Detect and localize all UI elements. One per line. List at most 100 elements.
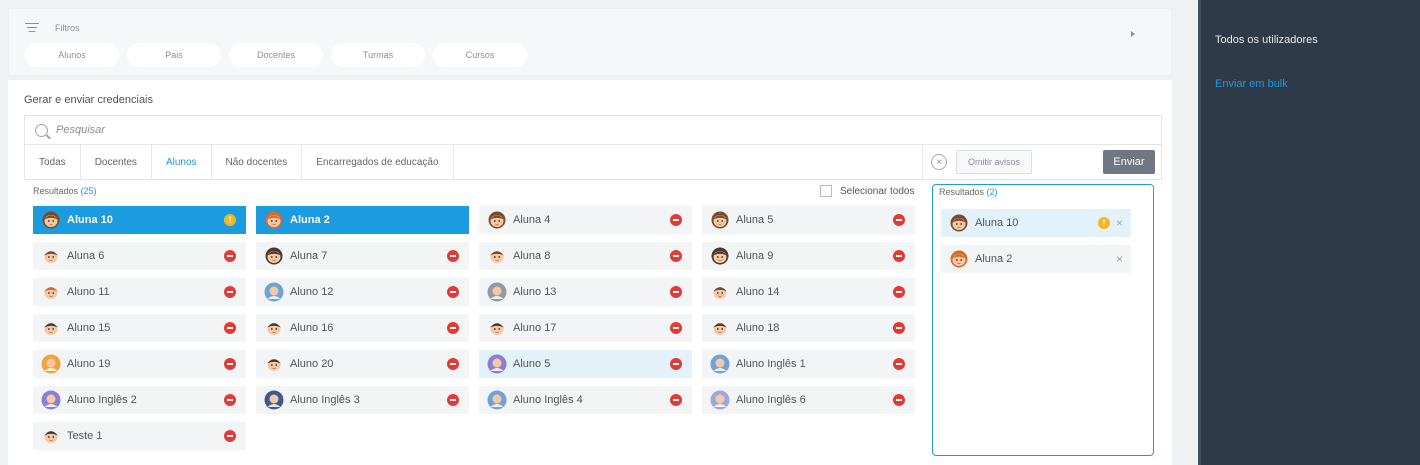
person-chip[interactable]: Aluno 14 [702, 278, 915, 306]
person-name: Aluno 15 [67, 322, 111, 334]
person-chip[interactable]: Aluno Inglês 6 [702, 386, 915, 414]
avatar [710, 354, 730, 374]
avatar [41, 354, 61, 374]
person-name: Aluno Inglês 3 [290, 394, 360, 406]
close-icon[interactable]: × [1116, 216, 1123, 230]
sidebar-item-bulk-send[interactable]: Enviar em bulk [1215, 78, 1288, 90]
avatar [264, 282, 284, 302]
remove-icon[interactable] [670, 322, 682, 334]
filter-pills: Alunos Pais Docentes Turmas Cursos [25, 43, 527, 67]
remove-icon[interactable] [893, 286, 905, 298]
person-chip[interactable]: Aluna 8 [479, 242, 692, 270]
remove-icon[interactable] [224, 286, 236, 298]
person-name: Teste 1 [67, 430, 103, 442]
avatar [487, 246, 507, 266]
selected-count: Resultados (2) [939, 187, 998, 197]
avatar [41, 210, 61, 230]
avatar [710, 210, 730, 230]
tab-alunos[interactable]: Alunos [152, 145, 212, 179]
filter-pill-alunos[interactable]: Alunos [25, 43, 119, 67]
remove-icon[interactable] [893, 250, 905, 262]
person-chip[interactable]: Aluno 11 [33, 278, 246, 306]
person-chip[interactable]: Aluna 4 [479, 206, 692, 234]
person-chip[interactable]: Aluno Inglês 2 [33, 386, 246, 414]
send-button[interactable]: Enviar [1103, 150, 1155, 174]
person-name: Aluno 18 [736, 322, 780, 334]
selected-person-chip: Aluna 10! × [941, 209, 1131, 237]
sidebar-item-all-users[interactable]: Todos os utilizadores [1215, 34, 1318, 46]
person-chip[interactable]: Aluna 10! [33, 206, 246, 234]
person-chip[interactable]: Aluna 7 [256, 242, 469, 270]
person-chip[interactable]: Aluno 19 [33, 350, 246, 378]
tabs-row: Todas Docentes Alunos Não docentes Encar… [24, 145, 1162, 180]
avatar [710, 282, 730, 302]
person-chip[interactable]: Aluno 17 [479, 314, 692, 342]
select-all-toggle[interactable]: Selecionar todos [820, 185, 915, 197]
remove-icon[interactable] [224, 394, 236, 406]
person-chip[interactable]: Aluno 18 [702, 314, 915, 342]
filter-pill-docentes[interactable]: Docentes [229, 43, 323, 67]
person-chip[interactable]: Aluna 6 [33, 242, 246, 270]
search-bar [24, 115, 1162, 145]
person-chip[interactable]: Aluno Inglês 1 [702, 350, 915, 378]
tab-docentes[interactable]: Docentes [81, 145, 152, 179]
person-name: Aluna 2 [290, 214, 330, 226]
avatar [41, 282, 61, 302]
remove-icon[interactable] [893, 214, 905, 226]
remove-icon[interactable] [447, 250, 459, 262]
selected-list: Aluna 10! × Aluna 2 × [941, 209, 1131, 273]
person-name: Aluno 12 [290, 286, 334, 298]
person-chip[interactable]: Aluno 12 [256, 278, 469, 306]
person-chip[interactable]: Aluno 13 [479, 278, 692, 306]
remove-icon[interactable] [670, 358, 682, 370]
close-icon[interactable]: × [1116, 252, 1123, 266]
tab-encarregados[interactable]: Encarregados de educação [302, 145, 454, 179]
selected-results-number: (2) [986, 187, 998, 197]
search-input[interactable] [56, 124, 956, 136]
select-all-checkbox[interactable] [820, 185, 832, 197]
person-chip[interactable]: Aluna 5 [702, 206, 915, 234]
person-chip[interactable]: Aluno Inglês 3 [256, 386, 469, 414]
remove-icon[interactable] [224, 358, 236, 370]
remove-icon[interactable] [670, 394, 682, 406]
remove-icon[interactable] [447, 322, 459, 334]
omit-warnings-button[interactable]: Omitir avisos [956, 150, 1032, 174]
clear-selection-icon[interactable]: × [931, 154, 947, 170]
remove-icon[interactable] [224, 322, 236, 334]
results-number: (25) [80, 186, 97, 196]
tab-todas[interactable]: Todas [25, 145, 81, 179]
remove-icon[interactable] [447, 286, 459, 298]
tab-nao-docentes[interactable]: Não docentes [212, 145, 303, 179]
filter-pill-pais[interactable]: Pais [127, 43, 221, 67]
person-chip[interactable]: Aluna 2 [256, 206, 469, 234]
remove-icon[interactable] [893, 358, 905, 370]
filter-pill-cursos[interactable]: Cursos [433, 43, 527, 67]
person-chip[interactable]: Teste 1 [33, 422, 246, 450]
sidebar: Todos os utilizadores Enviar em bulk [1198, 0, 1420, 465]
avatar [41, 246, 61, 266]
person-chip[interactable]: Aluno 15 [33, 314, 246, 342]
remove-icon[interactable] [893, 394, 905, 406]
remove-icon[interactable] [670, 286, 682, 298]
person-name: Aluna 5 [736, 214, 774, 226]
remove-icon[interactable] [893, 322, 905, 334]
select-all-label: Selecionar todos [840, 185, 915, 197]
person-chip[interactable]: Aluno Inglês 4 [479, 386, 692, 414]
person-chip[interactable]: Aluno 16 [256, 314, 469, 342]
person-chip[interactable]: Aluna 9 [702, 242, 915, 270]
filter-icon[interactable] [25, 23, 39, 33]
selected-person-name: Aluna 10 [975, 217, 1019, 229]
remove-icon[interactable] [670, 250, 682, 262]
remove-icon[interactable] [447, 394, 459, 406]
avatar [487, 210, 507, 230]
avatar [41, 426, 61, 446]
remove-icon[interactable] [224, 430, 236, 442]
filter-pill-turmas[interactable]: Turmas [331, 43, 425, 67]
avatar [264, 246, 284, 266]
person-chip[interactable]: Aluno 20 [256, 350, 469, 378]
remove-icon[interactable] [670, 214, 682, 226]
remove-icon[interactable] [447, 358, 459, 370]
remove-icon[interactable] [224, 250, 236, 262]
chevron-right-icon[interactable] [1131, 31, 1135, 37]
person-chip[interactable]: Aluno 5 [479, 350, 692, 378]
